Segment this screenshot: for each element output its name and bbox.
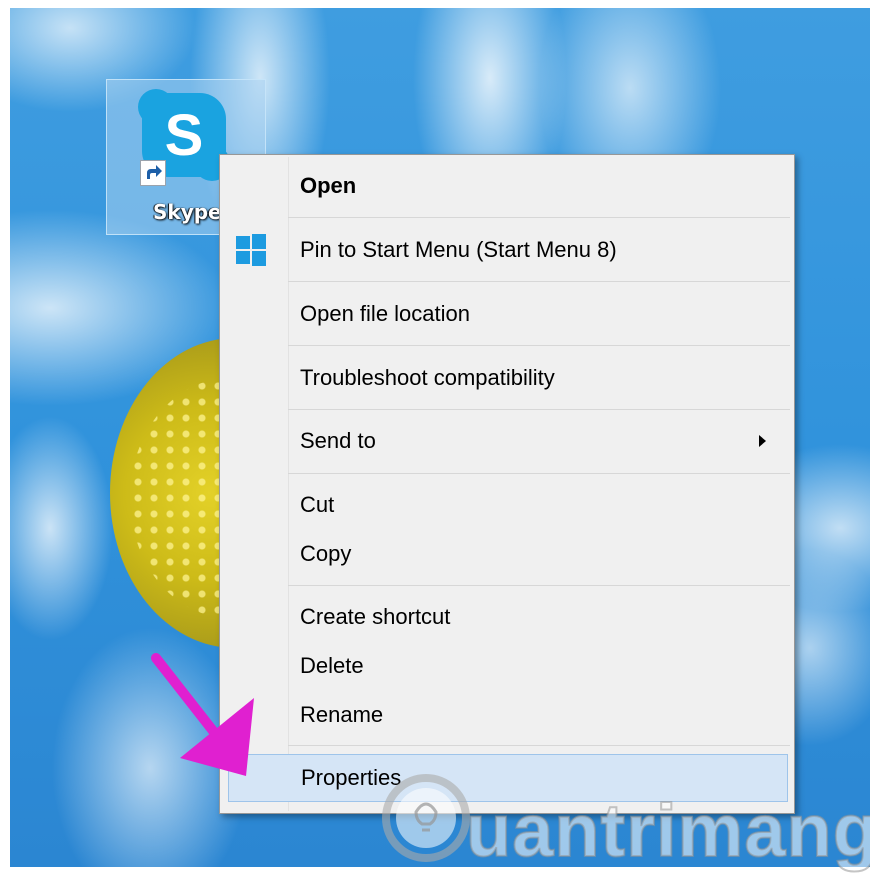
menu-item-label: Delete (300, 653, 364, 678)
menu-item-open[interactable]: Open (222, 163, 792, 209)
submenu-arrow-icon (759, 435, 766, 447)
menu-separator (288, 281, 790, 282)
menu-item-send-to[interactable]: Send to (222, 418, 792, 464)
menu-item-troubleshoot-compatibility[interactable]: Troubleshoot compatibility (222, 355, 792, 401)
menu-separator (288, 217, 790, 218)
windows-logo-icon (236, 234, 266, 266)
context-menu: Open Pin to Start Menu (Start Menu 8) Op… (219, 154, 795, 814)
menu-item-label: Cut (300, 492, 335, 517)
menu-item-label: Pin to Start Menu (Start Menu 8) (300, 237, 617, 262)
menu-item-label: Open (300, 173, 357, 198)
shortcut-arrow-icon (140, 160, 166, 186)
menu-item-pin-to-start[interactable]: Pin to Start Menu (Start Menu 8) (222, 227, 792, 273)
menu-item-rename[interactable]: Rename (222, 692, 792, 738)
menu-item-label: Copy (300, 541, 352, 566)
menu-item-label: Troubleshoot compatibility (300, 365, 555, 390)
menu-item-label: Properties (301, 765, 402, 790)
menu-separator (288, 585, 790, 586)
menu-item-open-file-location[interactable]: Open file location (222, 291, 792, 337)
menu-separator (288, 473, 790, 474)
menu-item-label: Rename (300, 702, 384, 727)
annotation-arrow-icon (151, 653, 254, 776)
menu-separator (288, 345, 790, 346)
menu-item-label: Create shortcut (300, 604, 451, 629)
menu-item-label: Open file location (300, 301, 470, 326)
svg-text:S: S (165, 103, 204, 168)
menu-separator (288, 409, 790, 410)
menu-item-copy[interactable]: Copy (222, 531, 792, 577)
menu-item-properties[interactable]: Properties (228, 754, 788, 802)
menu-item-create-shortcut[interactable]: Create shortcut (222, 594, 792, 640)
menu-item-label: Send to (300, 428, 376, 453)
skype-icon-label: Skype (153, 200, 222, 224)
menu-separator (288, 745, 790, 746)
menu-item-cut[interactable]: Cut (222, 482, 792, 528)
menu-item-delete[interactable]: Delete (222, 643, 792, 689)
